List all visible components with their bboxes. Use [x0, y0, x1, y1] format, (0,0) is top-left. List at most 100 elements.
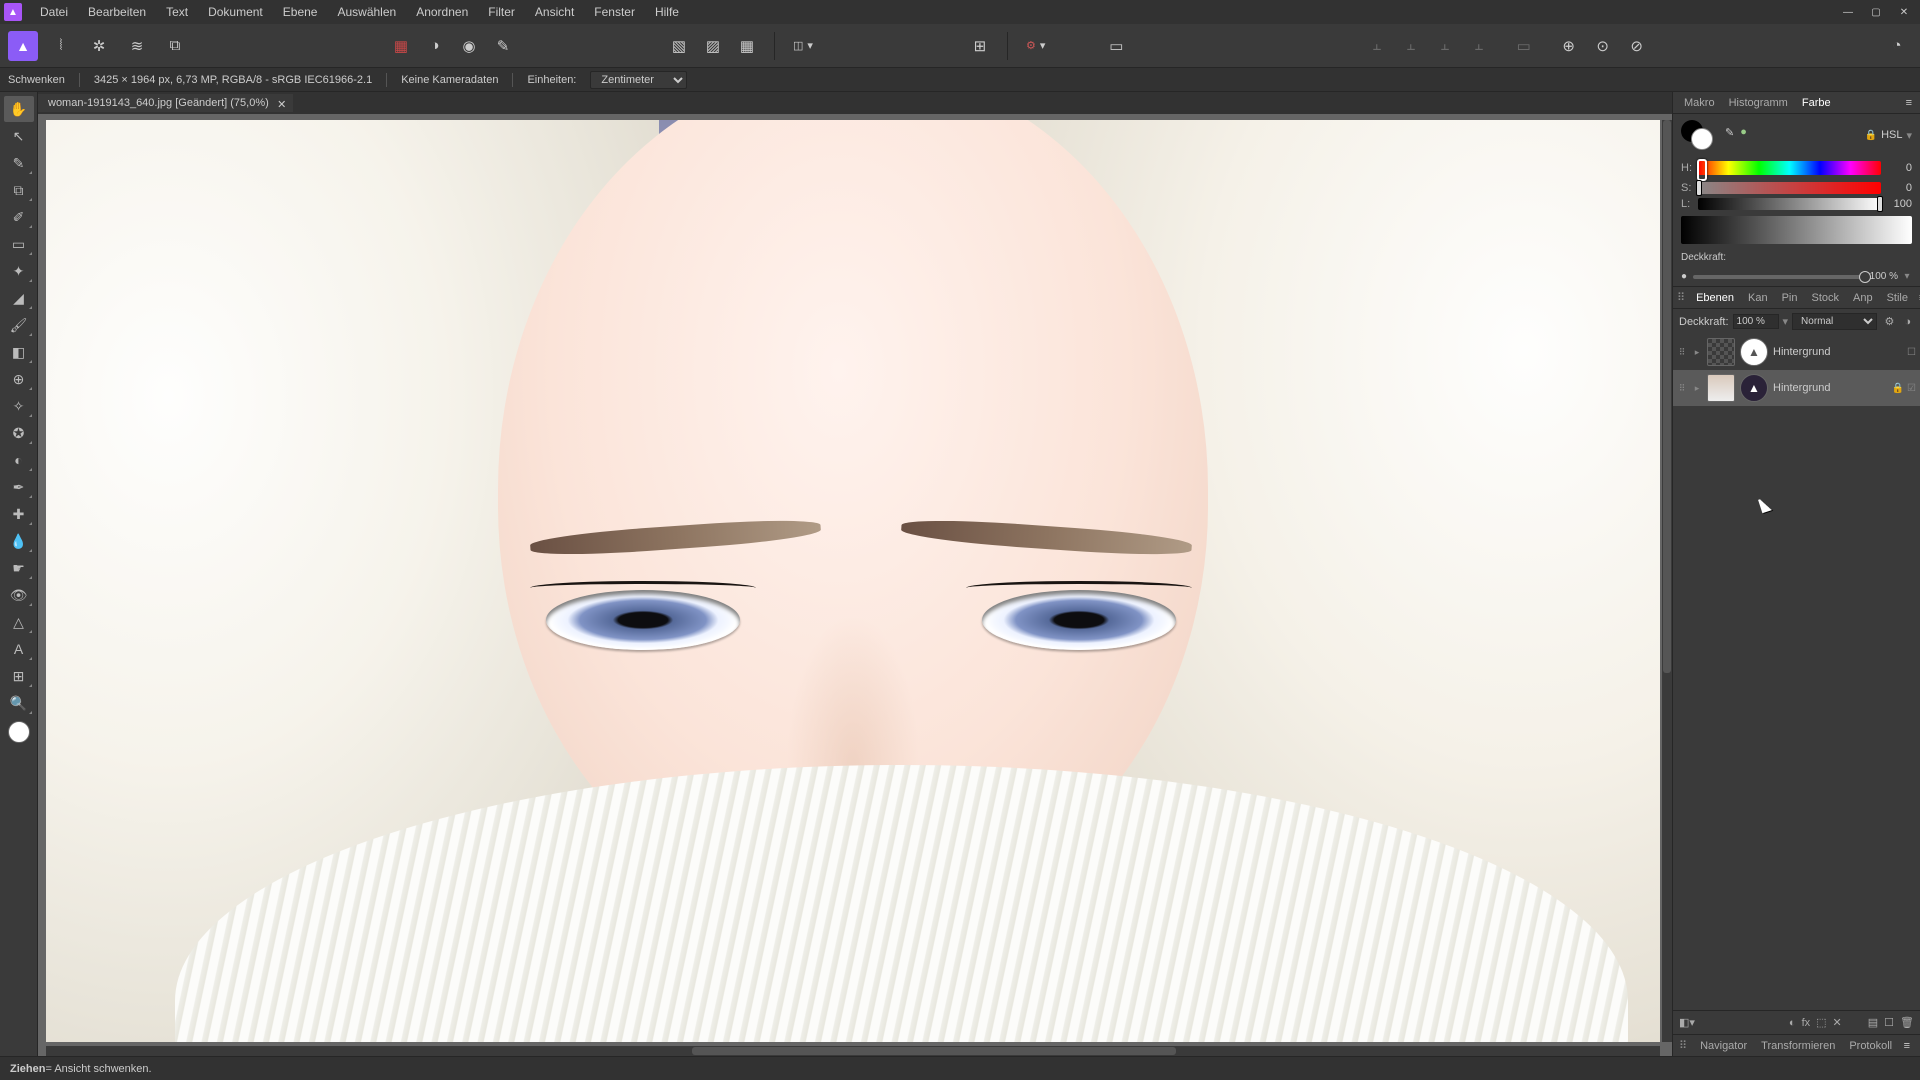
- gradient-tool[interactable]: ◢: [4, 285, 34, 311]
- window-close-button[interactable]: ✕: [1892, 3, 1916, 21]
- crop-tool[interactable]: ⧉: [4, 177, 34, 203]
- layer-thumbnail[interactable]: [1707, 374, 1735, 402]
- sync-cloud-button[interactable]: ⊘: [1622, 31, 1652, 61]
- healing-tool[interactable]: ✚: [4, 501, 34, 527]
- layers-panel-menu-icon[interactable]: ≡: [1915, 292, 1920, 304]
- hand-tool[interactable]: ✋: [4, 96, 34, 122]
- panel-grip-icon[interactable]: ⠿: [1679, 1039, 1687, 1052]
- shape-tool[interactable]: △: [4, 609, 34, 635]
- preview-button[interactable]: ▭: [1101, 31, 1131, 61]
- blur-tool[interactable]: 💧: [4, 528, 34, 554]
- menu-hilfe[interactable]: Hilfe: [645, 1, 689, 23]
- horizontal-scrollbar[interactable]: [46, 1046, 1660, 1056]
- lock-icon[interactable]: 🔒: [1892, 383, 1904, 394]
- color-mode-label[interactable]: HSL: [1881, 129, 1902, 141]
- selection-a-button[interactable]: ▧: [664, 31, 694, 61]
- selection-brush-tool[interactable]: ✐: [4, 204, 34, 230]
- tab-anpassung[interactable]: Anp: [1846, 289, 1880, 307]
- persona-photo-button[interactable]: ▲: [8, 31, 38, 61]
- visibility-icon[interactable]: ⠿: [1677, 383, 1687, 394]
- sync-update-button[interactable]: ⊙: [1588, 31, 1618, 61]
- clone-tool[interactable]: ⊕: [4, 366, 34, 392]
- add-adjustment-button[interactable]: ◐: [1789, 1017, 1796, 1029]
- panel-menu-icon[interactable]: ≡: [1902, 97, 1916, 109]
- add-layer-button[interactable]: ☐: [1884, 1016, 1894, 1029]
- menu-datei[interactable]: Datei: [30, 1, 78, 23]
- erase-tool[interactable]: ◧: [4, 339, 34, 365]
- tab-transformieren[interactable]: Transformieren: [1754, 1037, 1842, 1055]
- text-tool[interactable]: A: [4, 636, 34, 662]
- document-tab[interactable]: woman-1919143_640.jpg [Geändert] (75,0%)…: [38, 94, 293, 112]
- sync-add-button[interactable]: ⊕: [1554, 31, 1584, 61]
- foreground-color[interactable]: [1691, 128, 1713, 150]
- merge-button[interactable]: ▤: [1868, 1016, 1878, 1029]
- menu-bearbeiten[interactable]: Bearbeiten: [78, 1, 156, 23]
- autolevels-button[interactable]: ◑: [420, 31, 450, 61]
- persona-tone-button[interactable]: ≋: [122, 31, 152, 61]
- dodge-tool[interactable]: ✪: [4, 420, 34, 446]
- layer-name[interactable]: Hintergrund: [1773, 382, 1887, 394]
- pen-tool[interactable]: ✒: [4, 474, 34, 500]
- autocontrast-button[interactable]: ◉: [454, 31, 484, 61]
- autowb-button[interactable]: ✎: [488, 31, 518, 61]
- tab-pinsel[interactable]: Pin: [1775, 289, 1805, 307]
- tab-navigator[interactable]: Navigator: [1693, 1037, 1754, 1055]
- expand-icon[interactable]: ▸: [1692, 347, 1702, 358]
- lum-value[interactable]: 100: [1886, 198, 1912, 210]
- blend-mode-select[interactable]: Normal: [1792, 313, 1877, 330]
- layer-item[interactable]: ⠿ ▸ ▲ Hintergrund ☐: [1673, 334, 1920, 370]
- menu-anordnen[interactable]: Anordnen: [406, 1, 478, 23]
- hue-value[interactable]: 0: [1886, 162, 1912, 174]
- persona-develop-button[interactable]: ✲: [84, 31, 114, 61]
- opacity-value[interactable]: 100 %: [1870, 271, 1898, 282]
- smudge-tool[interactable]: ☛: [4, 555, 34, 581]
- menu-ebene[interactable]: Ebene: [273, 1, 328, 23]
- units-select[interactable]: Zentimeter: [590, 71, 687, 89]
- vertical-scrollbar[interactable]: [1662, 120, 1672, 1042]
- color-picker-tool[interactable]: ✎: [4, 150, 34, 176]
- assistant-dropdown[interactable]: ⚙▾: [1020, 35, 1051, 56]
- sat-value[interactable]: 0: [1886, 182, 1912, 194]
- bottom-panel-menu-icon[interactable]: ≡: [1900, 1040, 1914, 1052]
- add-live-button[interactable]: ✕: [1833, 1016, 1842, 1029]
- menu-filter[interactable]: Filter: [478, 1, 525, 23]
- add-fx-button[interactable]: fx: [1802, 1017, 1811, 1029]
- selection-c-button[interactable]: ▦: [732, 31, 762, 61]
- tab-makro[interactable]: Makro: [1677, 94, 1722, 112]
- tab-ebenen[interactable]: Ebenen: [1689, 289, 1741, 307]
- window-maximize-button[interactable]: ▢: [1864, 3, 1888, 21]
- layer-thumbnail[interactable]: [1707, 338, 1735, 366]
- menu-ansicht[interactable]: Ansicht: [525, 1, 584, 23]
- move-tool[interactable]: ↖: [4, 123, 34, 149]
- checkbox-icon[interactable]: ☐: [1907, 347, 1916, 358]
- chevron-down-icon[interactable]: ▾: [1906, 129, 1912, 142]
- autocolor-button[interactable]: ▦: [386, 31, 416, 61]
- hue-slider[interactable]: [1698, 161, 1881, 175]
- menu-fenster[interactable]: Fenster: [584, 1, 645, 23]
- tab-histogramm[interactable]: Histogramm: [1722, 94, 1795, 112]
- inpaint-tool[interactable]: ✧: [4, 393, 34, 419]
- chevron-down-icon[interactable]: ▾: [1783, 315, 1789, 328]
- lock-icon[interactable]: 🔒: [1865, 130, 1877, 141]
- menu-text[interactable]: Text: [156, 1, 198, 23]
- layer-options-button[interactable]: ◑: [1901, 316, 1914, 328]
- window-minimize-button[interactable]: —: [1836, 3, 1860, 21]
- checkbox-icon[interactable]: ☑: [1907, 383, 1916, 394]
- opacity-slider[interactable]: [1693, 275, 1866, 279]
- menu-auswaehlen[interactable]: Auswählen: [327, 1, 406, 23]
- paint-brush-tool[interactable]: 🖌: [4, 312, 34, 338]
- foreground-color-swatch[interactable]: [8, 721, 30, 743]
- marquee-tool[interactable]: ▭: [4, 231, 34, 257]
- flood-select-tool[interactable]: ✦: [4, 258, 34, 284]
- layer-opacity-input[interactable]: [1733, 314, 1779, 329]
- mask-dropdown-button[interactable]: ◧▾: [1679, 1016, 1695, 1029]
- canvas[interactable]: [46, 120, 1660, 1042]
- eyedropper-icon[interactable]: ✎: [1725, 126, 1734, 139]
- expand-icon[interactable]: ▸: [1692, 383, 1702, 394]
- layer-type-icon[interactable]: ▲: [1740, 374, 1768, 402]
- layer-item[interactable]: ⠿ ▸ ▲ Hintergrund 🔒 ☑: [1673, 370, 1920, 406]
- mesh-tool[interactable]: ⊞: [4, 663, 34, 689]
- sample-icon[interactable]: ●: [1740, 126, 1747, 139]
- menu-dokument[interactable]: Dokument: [198, 1, 273, 23]
- tab-stock[interactable]: Stock: [1804, 289, 1846, 307]
